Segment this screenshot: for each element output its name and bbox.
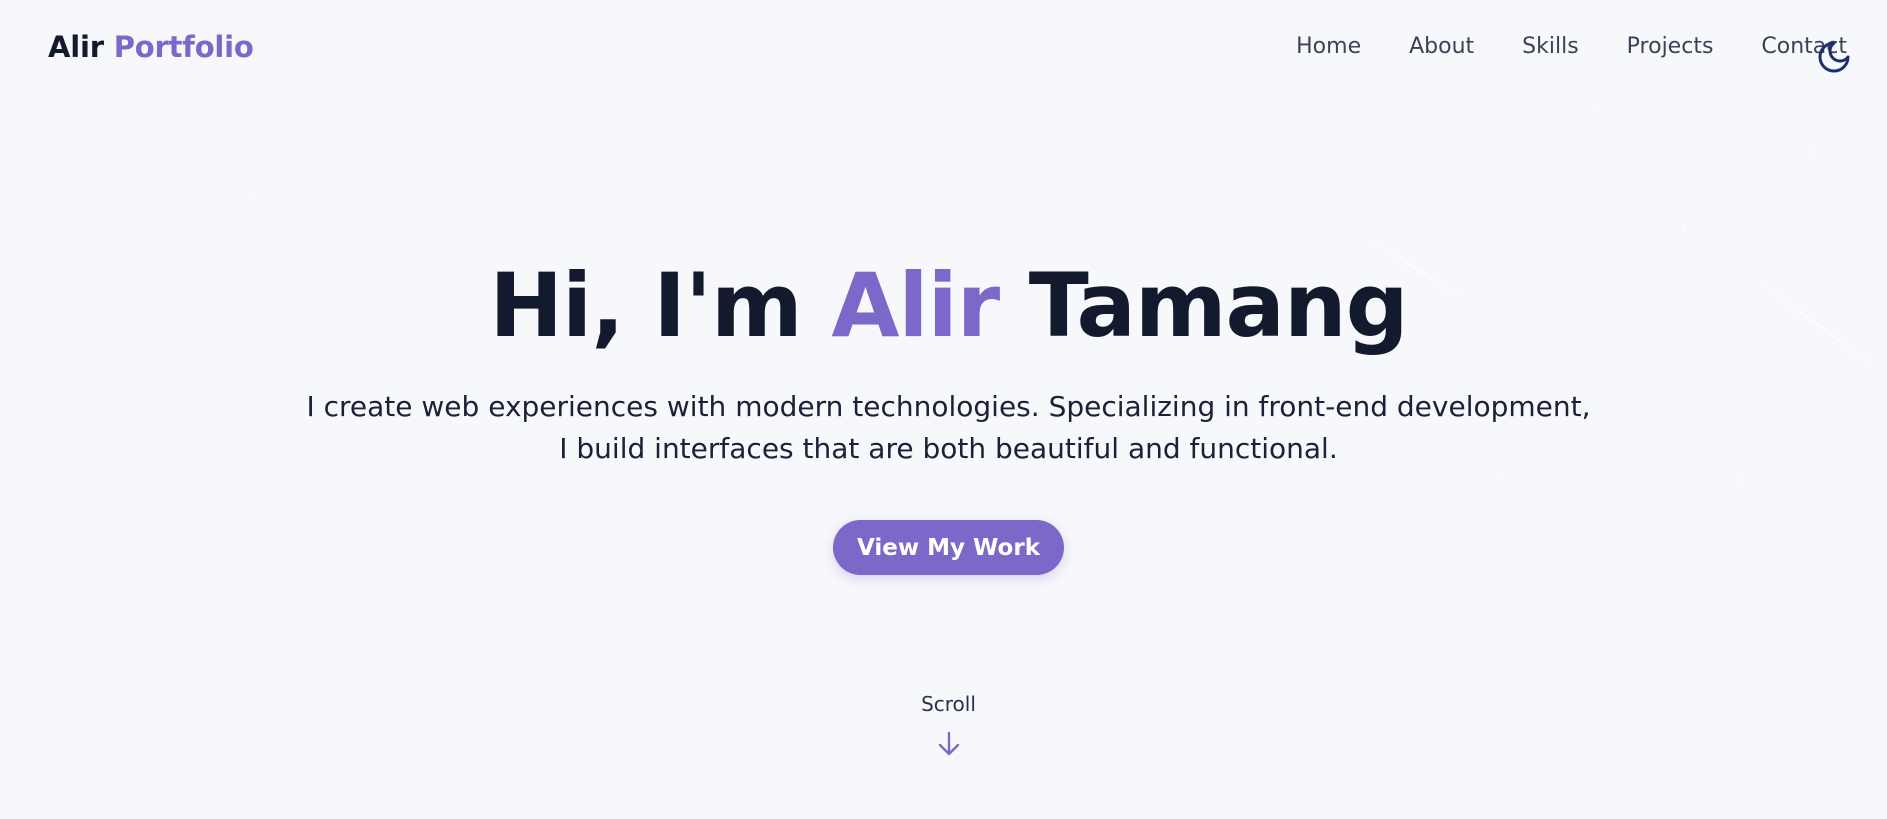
logo-accent-text: Portfolio [113,30,254,64]
star-dot [1740,478,1743,481]
main-nav: Home About Skills Projects Contact [1248,34,1847,59]
nav-link-projects[interactable]: Projects [1627,34,1714,59]
nav-link-home[interactable]: Home [1296,34,1361,59]
view-my-work-button[interactable]: View My Work [833,520,1064,575]
hero-title: Hi, I'm Alir Tamang [0,257,1887,355]
theme-toggle-button[interactable] [1817,40,1851,74]
moon-icon [1818,41,1850,73]
nav-link-skills[interactable]: Skills [1522,34,1579,59]
star-dot [1683,226,1686,229]
site-logo[interactable]: Alir Portfolio [48,30,254,64]
star-dot [1596,108,1599,111]
arrow-down-icon[interactable] [937,731,961,757]
hero-subtitle: I create web experiences with modern tec… [306,390,1591,465]
scroll-label[interactable]: Scroll [0,692,1887,716]
star-dot [1810,150,1813,153]
page: Alir Portfolio Home About Skills Project… [0,0,1887,819]
hero-title-prefix: Hi, I'm [489,254,802,357]
nav-link-about[interactable]: About [1409,34,1474,59]
hero-title-accent: Alir [831,254,1000,357]
logo-main-text: Alir [48,30,104,64]
star-dot [1500,476,1503,479]
star-dot [252,196,255,199]
hero-title-suffix: Tamang [1028,254,1409,357]
